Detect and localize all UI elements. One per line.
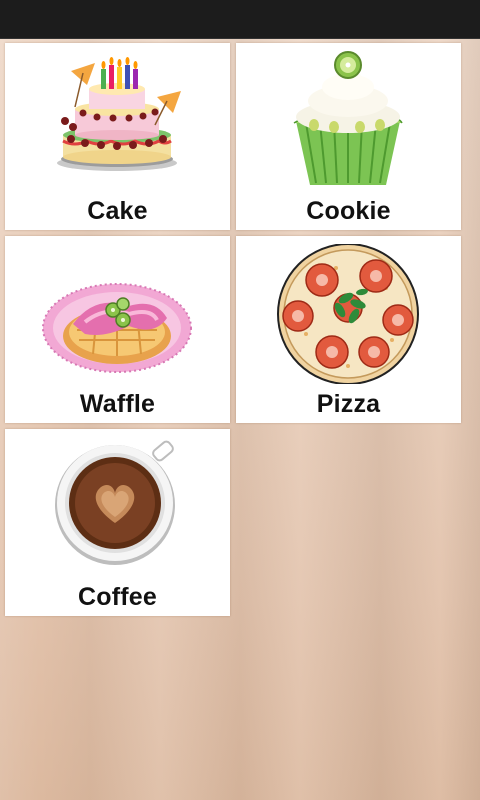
waffle-icon <box>42 283 192 373</box>
menu-tile-cake[interactable]: Cake <box>5 43 230 230</box>
menu-tile-label: Cake <box>87 197 148 225</box>
menu-tile-coffee[interactable]: Coffee <box>5 429 230 616</box>
status-bar <box>0 0 480 39</box>
menu-tile-label: Pizza <box>316 390 381 418</box>
menu-tile-label: Coffee <box>78 583 157 611</box>
pizza-icon <box>277 244 419 384</box>
cupcake-icon <box>293 51 403 185</box>
coffee-cup-icon <box>55 440 175 565</box>
menu-tile-pizza[interactable]: Pizza <box>236 236 461 423</box>
menu-tile-label: Waffle <box>79 390 156 418</box>
menu-tile-label: Cookie <box>306 197 391 225</box>
menu-tile-waffle[interactable]: Waffle <box>5 236 230 423</box>
menu-tile-cookie[interactable]: Cookie <box>236 43 461 230</box>
cake-icon <box>57 57 181 171</box>
